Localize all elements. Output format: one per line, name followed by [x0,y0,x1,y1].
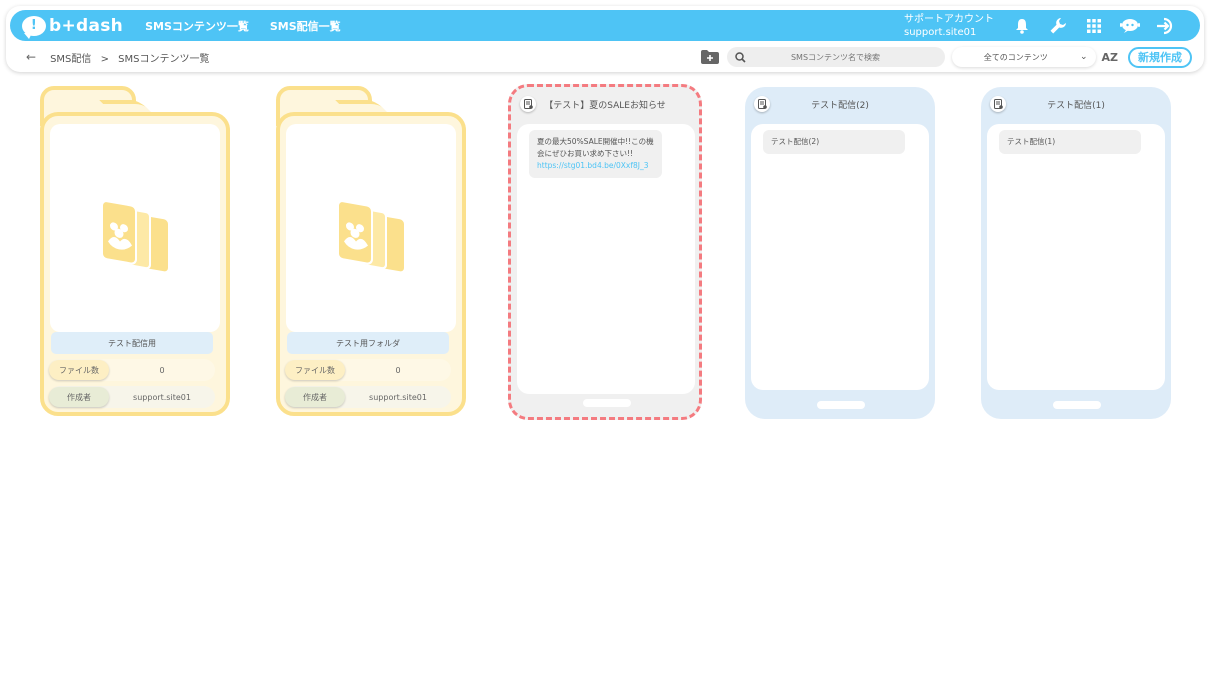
breadcrumb-separator: > [100,53,109,65]
filter-value: 全てのコンテンツ [983,52,1048,62]
chat-bot-icon[interactable] [1112,13,1148,39]
message-bubble: テスト配信(1) [999,130,1141,154]
message-bubble: 夏の最大50%SALE開催中!!この機 会にぜひお買い求め下さい!! https… [529,130,662,178]
phone-home-bar [817,401,865,409]
account-info[interactable]: サポートアカウント support.site01 [904,13,994,39]
folder-card[interactable]: テスト用フォルダ ファイル数 0 作成者 support.site01 [276,86,466,418]
phone-home-bar [583,399,631,407]
breadcrumb: SMS配信 > SMSコンテンツ一覧 [50,50,215,65]
logout-icon[interactable] [1148,13,1184,39]
folder-author: 作成者 support.site01 [49,386,215,408]
phone-screen: テスト配信(1) [987,124,1165,390]
breadcrumb-current: SMSコンテンツ一覧 [118,53,210,65]
new-create-button[interactable]: 新規作成 [1128,46,1192,68]
logo-bubble-icon: ! [22,15,46,39]
content-title: テスト配信(2) [811,101,869,111]
message-link[interactable]: https://stg01.bd4.be/0Xxf8J_3 [537,160,654,172]
phone-screen: 夏の最大50%SALE開催中!!この機 会にぜひお買い求め下さい!! https… [517,124,695,394]
search-icon [734,51,746,63]
contents-stack-icon [101,202,168,272]
nav-sms-contents[interactable]: SMSコンテンツ一覧 [145,18,249,34]
content-title: テスト配信(1) [1047,101,1105,111]
back-arrow-icon[interactable]: ← [26,50,36,64]
bell-icon[interactable] [1004,13,1040,39]
folder-name: テスト用フォルダ [287,332,449,354]
folder-file-count: ファイル数 0 [49,359,215,381]
folder-author: 作成者 support.site01 [285,386,451,408]
top-nav-bar: ! b+dash SMSコンテンツ一覧 SMS配信一覧 サポートアカウント su… [10,10,1200,41]
sms-content-card[interactable]: テスト配信(1) テスト配信(1) [981,87,1171,419]
contents-stack-icon [337,202,404,272]
folder-file-count: ファイル数 0 [285,359,451,381]
logo-text: b+dash [49,15,124,36]
phone-home-bar [1053,401,1101,409]
sms-content-card-selected[interactable]: 【テスト】夏のSALEお知らせ 夏の最大50%SALE開催中!!この機 会にぜひ… [508,84,702,420]
account-label: サポートアカウント [904,13,994,25]
folder-card[interactable]: テスト配信用 ファイル数 0 作成者 support.site01 [40,86,230,418]
content-filter-select[interactable]: 全てのコンテンツ ⌄ [951,47,1096,67]
sort-az-icon[interactable]: AZ [1102,51,1119,64]
logo[interactable]: ! b+dash [22,15,124,39]
header: ! b+dash SMSコンテンツ一覧 SMS配信一覧 サポートアカウント su… [6,6,1204,72]
nav-sms-deliveries[interactable]: SMS配信一覧 [270,18,341,34]
message-bubble: テスト配信(2) [763,130,905,154]
folder-add-icon[interactable] [700,50,719,64]
search-box[interactable] [726,47,945,67]
sub-toolbar: ← SMS配信 > SMSコンテンツ一覧 全てのコンテンツ ⌄ AZ 新規作成 [6,44,1204,70]
breadcrumb-sms-delivery[interactable]: SMS配信 [50,54,91,65]
search-input[interactable] [745,52,926,62]
wrench-icon[interactable] [1040,13,1076,39]
grid-icon[interactable] [1076,13,1112,39]
folder-name: テスト配信用 [51,332,213,354]
chevron-down-icon: ⌄ [1079,52,1088,62]
phone-screen: テスト配信(2) [751,124,929,390]
sms-content-card[interactable]: テスト配信(2) テスト配信(2) [745,87,935,419]
account-name: support.site01 [904,26,977,38]
content-title: 【テスト】夏のSALEお知らせ [544,101,666,111]
